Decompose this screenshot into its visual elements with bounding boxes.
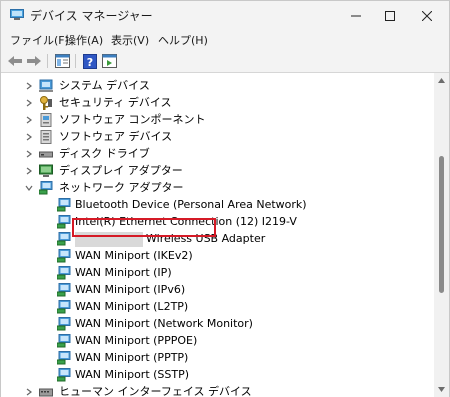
tree-category-network-adapters[interactable]: ネットワーク アダプター <box>1 179 434 197</box>
tree-category-disk-drives[interactable]: ディスク ドライブ <box>1 145 434 163</box>
network-adapter-icon <box>57 232 71 246</box>
highlight-box <box>72 218 216 237</box>
display-adapter-icon <box>39 164 53 177</box>
close-icon <box>422 10 432 21</box>
network-adapter-item[interactable]: WAN Miniport (PPPOE) <box>1 332 434 350</box>
action-pane-button[interactable] <box>100 52 118 70</box>
network-adapter-label: WAN Miniport (IKEv2) <box>75 249 193 262</box>
network-adapter-icon <box>57 368 71 382</box>
menu-view[interactable]: 表示(V) <box>111 32 149 48</box>
network-adapter-icon <box>57 266 71 280</box>
tree-category-label: セキュリティ デバイス <box>59 96 172 109</box>
key-icon <box>40 96 52 110</box>
network-adapter-icon <box>57 317 71 331</box>
network-adapter-label: WAN Miniport (IP) <box>75 266 172 279</box>
network-adapter-item[interactable]: WAN Miniport (IPv6) <box>1 281 434 299</box>
network-adapter-icon <box>57 283 71 297</box>
title-bar: デバイス マネージャー <box>1 1 449 30</box>
tree-category-human-interface-devices[interactable]: ヒューマン インターフェイス デバイス <box>1 383 434 397</box>
scrollbar-thumb[interactable] <box>439 156 444 293</box>
network-adapter-label: WAN Miniport (IPv6) <box>75 283 186 296</box>
menu-bar: ファイル(F) 操作(A) 表示(V) ヘルプ(H) <box>1 30 449 50</box>
network-adapter-icon <box>57 351 71 365</box>
network-adapter-item[interactable]: WAN Miniport (L2TP) <box>1 298 434 316</box>
toolbar-separator <box>75 54 76 68</box>
network-adapter-item[interactable]: WAN Miniport (PPTP) <box>1 349 434 367</box>
network-adapter-label: WAN Miniport (SSTP) <box>75 368 190 381</box>
network-adapter-label: WAN Miniport (PPTP) <box>75 351 189 364</box>
network-adapter-label: WAN Miniport (L2TP) <box>75 300 189 313</box>
network-adapter-icon <box>57 249 71 263</box>
properties-button[interactable] <box>53 52 71 70</box>
back-arrow-icon <box>8 56 22 66</box>
action-pane-icon <box>101 54 117 68</box>
vertical-scrollbar[interactable] <box>434 73 449 397</box>
help-icon: ? <box>83 53 97 69</box>
network-adapter-item[interactable]: WAN Miniport (Network Monitor) <box>1 315 434 333</box>
chevron-down-icon[interactable] <box>24 182 34 194</box>
device-manager-app-icon <box>10 9 24 20</box>
disk-drive-icon <box>39 151 53 158</box>
software-component-icon <box>40 113 52 127</box>
maximize-icon <box>385 10 395 21</box>
chevron-right-icon[interactable] <box>24 114 34 126</box>
help-button[interactable]: ? <box>81 52 99 70</box>
scroll-up-icon[interactable] <box>437 76 446 85</box>
network-adapter-item[interactable]: WAN Miniport (IP) <box>1 264 434 282</box>
tree-category-label: ソフトウェア コンポーネント <box>59 113 206 126</box>
tree-category-label: ソフトウェア デバイス <box>59 130 173 143</box>
menu-help[interactable]: ヘルプ(H) <box>158 32 208 48</box>
forward-button[interactable] <box>25 52 43 70</box>
tree-category-label: ディスプレイ アダプター <box>59 164 183 177</box>
network-adapter-item-wireless-usb[interactable]: Wireless USB Adapter <box>1 230 434 248</box>
chevron-right-icon[interactable] <box>24 148 34 160</box>
toolbar: ? <box>1 50 449 73</box>
menu-action[interactable]: 操作(A) <box>65 32 103 48</box>
toolbar-separator <box>47 54 48 68</box>
tree-category-label: システム デバイス <box>59 79 150 92</box>
chevron-right-icon[interactable] <box>24 165 34 177</box>
forward-arrow-icon <box>27 56 41 66</box>
software-device-icon <box>40 130 52 144</box>
network-adapter-item[interactable]: Intel(R) Ethernet Connection (12) I219-V <box>1 213 434 231</box>
tree-category-software-components[interactable]: ソフトウェア コンポーネント <box>1 111 434 129</box>
network-adapter-icon <box>57 334 71 348</box>
scroll-down-icon[interactable] <box>437 385 446 394</box>
network-adapter-icon <box>57 300 71 314</box>
menu-file[interactable]: ファイル(F) <box>10 32 69 48</box>
network-adapter-item[interactable]: WAN Miniport (SSTP) <box>1 366 434 384</box>
chevron-right-icon[interactable] <box>24 131 34 143</box>
close-button[interactable] <box>410 1 444 30</box>
tree-category-label: ネットワーク アダプター <box>59 181 184 194</box>
network-adapter-icon <box>57 198 71 212</box>
chevron-right-icon[interactable] <box>24 386 34 397</box>
network-adapter-label: Bluetooth Device (Personal Area Network) <box>75 198 307 211</box>
window-title: デバイス マネージャー <box>30 9 153 23</box>
network-adapter-label: WAN Miniport (Network Monitor) <box>75 317 253 330</box>
tree-category-label: ヒューマン インターフェイス デバイス <box>59 385 252 397</box>
device-manager-window: デバイス マネージャー ファイル(F) 操作(A) 表示(V) ヘルプ(H) ?… <box>0 0 450 397</box>
tree-category-label: ディスク ドライブ <box>59 147 150 160</box>
network-adapter-item[interactable]: WAN Miniport (IKEv2) <box>1 247 434 265</box>
minimize-icon <box>351 15 361 16</box>
network-adapter-icon <box>57 215 71 229</box>
back-button[interactable] <box>6 52 24 70</box>
maximize-button[interactable] <box>373 1 407 30</box>
minimize-button[interactable] <box>339 1 373 30</box>
svg-text:?: ? <box>87 56 93 69</box>
network-adapter-label: WAN Miniport (PPPOE) <box>75 334 198 347</box>
hid-icon <box>39 388 53 397</box>
properties-icon <box>54 54 70 68</box>
system-devices-icon <box>39 79 53 92</box>
tree-category-display-adapters[interactable]: ディスプレイ アダプター <box>1 162 434 180</box>
chevron-right-icon[interactable] <box>24 80 34 92</box>
tree-category-system-devices[interactable]: システム デバイス <box>1 77 434 95</box>
network-adapter-item[interactable]: Bluetooth Device (Personal Area Network) <box>1 196 434 214</box>
network-adapter-icon <box>39 181 53 195</box>
tree-category-security-devices[interactable]: セキュリティ デバイス <box>1 94 434 112</box>
device-tree: システム デバイス セキュリティ デバイス ソフトウェア コンポーネント ソフト… <box>1 73 434 397</box>
tree-category-software-devices[interactable]: ソフトウェア デバイス <box>1 128 434 146</box>
chevron-right-icon[interactable] <box>24 97 34 109</box>
